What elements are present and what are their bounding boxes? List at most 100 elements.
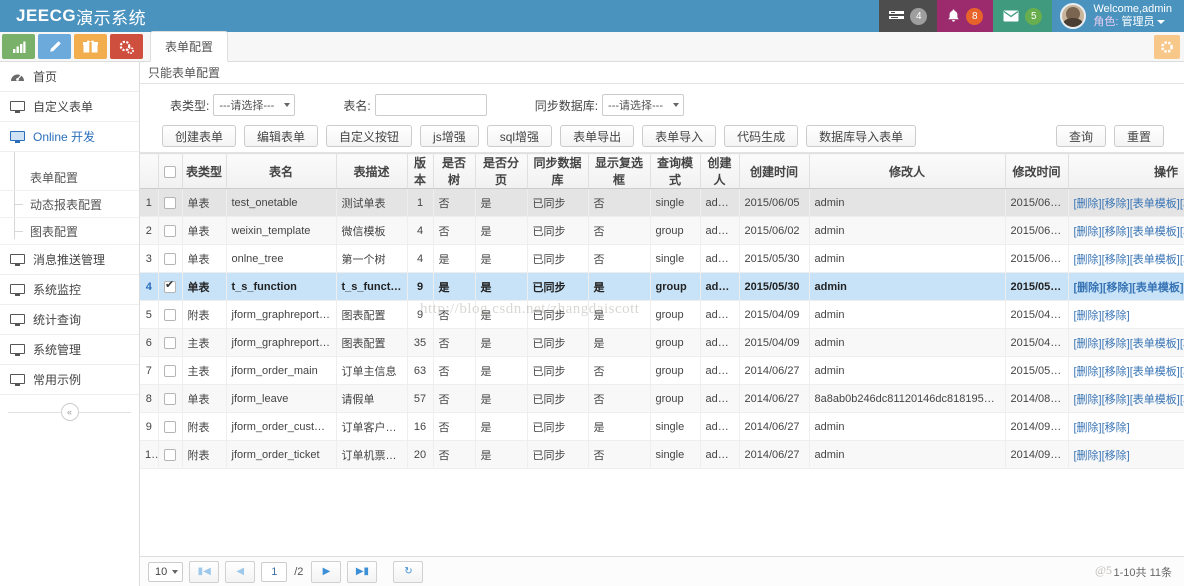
sidebar-item-system-monitor[interactable]: 系统监控 <box>0 275 139 305</box>
remove-link[interactable]: [移除] <box>1102 394 1130 406</box>
next-page-icon[interactable]: ▶ <box>311 560 342 583</box>
form-template-link[interactable]: [表单模板] <box>1130 394 1180 406</box>
col-version[interactable]: 版本 <box>407 153 434 189</box>
edit-form-button[interactable]: 编辑表单 <box>244 125 319 147</box>
js-enhance-button[interactable]: js增强 <box>420 125 479 147</box>
tab-form-config[interactable]: 表单配置 <box>150 31 229 62</box>
chart-button[interactable] <box>2 34 35 59</box>
col-modifier[interactable]: 修改人 <box>809 153 1006 189</box>
sidebar-subitem-chart-config[interactable]: 图表配置 <box>0 218 139 245</box>
create-form-button[interactable]: 创建表单 <box>162 125 237 147</box>
col-modify-time[interactable]: 修改时间 <box>1005 153 1069 189</box>
form-import-button[interactable]: 表单导入 <box>642 125 717 147</box>
col-sync-db[interactable]: 同步数据库 <box>527 153 589 189</box>
col-is-paged[interactable]: 是否分页 <box>475 153 528 189</box>
current-page-input[interactable]: 1 <box>261 561 288 582</box>
remove-link[interactable]: [移除] <box>1102 226 1130 238</box>
table-row[interactable]: 4单表t_s_functiont_s_function9是是已同步是groupa… <box>140 272 1184 301</box>
row-checkbox-cell[interactable] <box>158 440 183 469</box>
first-page-icon[interactable]: ▮◀ <box>189 560 220 583</box>
refresh-icon[interactable]: ↻ <box>393 560 424 583</box>
row-checkbox[interactable] <box>164 392 176 405</box>
remove-link[interactable]: [移除] <box>1102 198 1130 210</box>
form-template-link[interactable]: [表单模板] <box>1130 254 1180 266</box>
table-row[interactable]: 2 单表 weixin_template 微信模板 4 否是已同步否 group admin 2… <box>140 216 1184 245</box>
col-is-tree[interactable]: 是否树 <box>433 153 476 189</box>
row-checkbox-cell[interactable] <box>158 244 183 273</box>
delete-link[interactable]: [删除] <box>1074 254 1102 266</box>
table-row[interactable]: 1 单表 test_onetable 测试单表 1 否是已同步否 single admin 20… <box>140 188 1184 217</box>
row-checkbox[interactable] <box>164 364 176 377</box>
table-type-select[interactable]: ---请选择--- <box>213 94 296 116</box>
sidebar-item-online-dev[interactable]: Online 开发 <box>0 122 139 152</box>
collapse-sidebar-icon[interactable]: « <box>60 403 79 421</box>
row-checkbox[interactable] <box>164 224 176 237</box>
remove-link[interactable]: [移除] <box>1102 422 1130 434</box>
data-grid-wrapper[interactable]: http://blog.csdn.net/zhangdaiscott 表类型 表… <box>140 153 1184 556</box>
delete-link[interactable]: [删除] <box>1074 394 1102 406</box>
user-menu[interactable]: Welcome,admin 角色: 管理员 <box>1052 0 1184 32</box>
form-template-link[interactable]: [表单模板] <box>1130 198 1180 210</box>
sidebar-subitem-form-config[interactable]: 表单配置 <box>0 164 139 191</box>
select-all-checkbox[interactable] <box>164 165 176 178</box>
form-export-button[interactable]: 表单导出 <box>560 125 635 147</box>
sidebar-subitem-dynamic-report[interactable]: 动态报表配置 <box>0 191 139 218</box>
remove-link[interactable]: [移除] <box>1102 366 1130 378</box>
remove-link[interactable]: [移除] <box>1103 282 1132 294</box>
row-checkbox-cell[interactable] <box>158 300 183 329</box>
delete-link[interactable]: [删除] <box>1074 338 1102 350</box>
remove-link[interactable]: [移除] <box>1102 310 1130 322</box>
function-test-link[interactable]: [功能测试] <box>1180 198 1184 210</box>
row-checkbox[interactable] <box>164 336 176 349</box>
col-query-mode[interactable]: 查询模式 <box>650 153 701 189</box>
row-checkbox[interactable] <box>164 420 176 433</box>
col-show-checkbox[interactable]: 显示复选框 <box>588 153 651 189</box>
col-create-time[interactable]: 创建时间 <box>739 153 810 189</box>
db-import-form-button[interactable]: 数据库导入表单 <box>806 125 917 147</box>
function-test-link[interactable]: [功能测试] <box>1180 394 1184 406</box>
form-template-link[interactable]: [表单模板] <box>1130 366 1180 378</box>
sidebar-item-home[interactable]: 首页 <box>0 62 139 92</box>
sidebar-item-message-push[interactable]: 消息推送管理 <box>0 245 139 275</box>
box-button[interactable] <box>74 34 107 59</box>
row-checkbox[interactable] <box>164 252 176 265</box>
delete-link[interactable]: [删除] <box>1074 282 1103 294</box>
delete-link[interactable]: [删除] <box>1074 422 1102 434</box>
row-checkbox-cell[interactable] <box>158 272 183 301</box>
row-checkbox-cell[interactable] <box>158 356 183 385</box>
delete-link[interactable]: [删除] <box>1074 226 1102 238</box>
table-row[interactable]: 8 单表 jform_leave 请假单 57 否是已同步否 group admin 2014/… <box>140 384 1184 413</box>
row-checkbox-cell[interactable] <box>158 328 183 357</box>
last-page-icon[interactable]: ▶▮ <box>347 560 378 583</box>
table-name-input[interactable] <box>374 94 487 116</box>
col-select-all[interactable] <box>158 153 183 189</box>
table-row[interactable]: 3 单表 onlne_tree 第一个树 4 是是已同步否 single admin 2015/… <box>140 244 1184 273</box>
tasks-menu[interactable]: 4 <box>879 0 938 32</box>
table-row[interactable]: 6主表jform_graphreport_head图表配置35否是已同步是gro… <box>140 328 1184 357</box>
form-template-link[interactable]: [表单模板] <box>1132 282 1183 294</box>
sync-db-select[interactable]: ---请选择--- <box>602 94 685 116</box>
row-checkbox-cell[interactable] <box>158 412 183 441</box>
sidebar-item-statistics[interactable]: 统计查询 <box>0 305 139 335</box>
mails-menu[interactable]: 5 <box>993 0 1053 32</box>
col-table-type[interactable]: 表类型 <box>182 153 227 189</box>
function-test-link[interactable]: [功能测试] <box>1180 366 1184 378</box>
custom-button-button[interactable]: 自定义按钮 <box>326 125 413 147</box>
form-template-link[interactable]: [表单模板] <box>1130 338 1180 350</box>
code-generate-button[interactable]: 代码生成 <box>724 125 799 147</box>
gear-icon[interactable] <box>1154 35 1180 59</box>
delete-link[interactable]: [删除] <box>1074 366 1102 378</box>
sql-enhance-button[interactable]: sql增强 <box>486 125 553 147</box>
function-test-link[interactable]: [功能测试] <box>1180 338 1184 350</box>
col-table-name[interactable]: 表名 <box>226 153 337 189</box>
chevron-down-icon[interactable] <box>1157 20 1166 25</box>
delete-link[interactable]: [删除] <box>1074 310 1102 322</box>
row-checkbox[interactable] <box>164 308 176 321</box>
query-button[interactable]: 查询 <box>1055 125 1106 147</box>
function-test-link[interactable]: [功能测试] <box>1180 254 1184 266</box>
delete-link[interactable]: [删除] <box>1074 450 1102 462</box>
page-size-select[interactable]: 10 <box>148 561 184 582</box>
table-row[interactable]: 9 附表 jform_order_customer 订单客户信息 16 否是已同步是 sin… <box>140 412 1184 441</box>
remove-link[interactable]: [移除] <box>1102 450 1130 462</box>
alerts-menu[interactable]: 8 <box>937 0 994 32</box>
